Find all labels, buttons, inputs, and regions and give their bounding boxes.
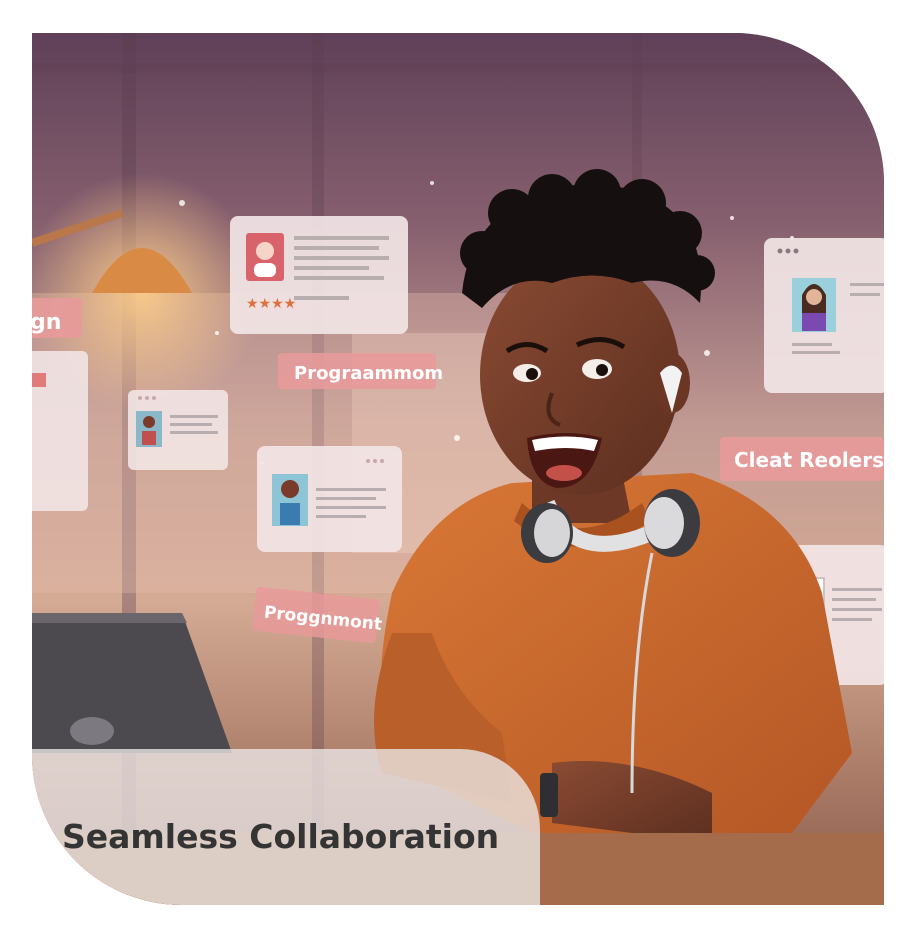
hero-card: gn ★★★★ Progrаammom Proggnmont Cleat Reo… [32, 33, 884, 905]
caption-panel: Seamless Collaboration [32, 749, 540, 905]
tag-programming-top: Progrаammom [294, 363, 443, 384]
profile-card-middle [257, 446, 402, 552]
profile-card-right-top [764, 238, 884, 393]
tag-design: gn [32, 310, 61, 335]
caption-title: Seamless Collaboration [62, 817, 500, 856]
profile-card-top: ★★★★ [230, 216, 408, 334]
rating-stars-icon: ★★★★ [246, 296, 296, 312]
profile-card-small [128, 390, 228, 470]
tag-client-request: Cleat Reolerst [734, 448, 884, 472]
